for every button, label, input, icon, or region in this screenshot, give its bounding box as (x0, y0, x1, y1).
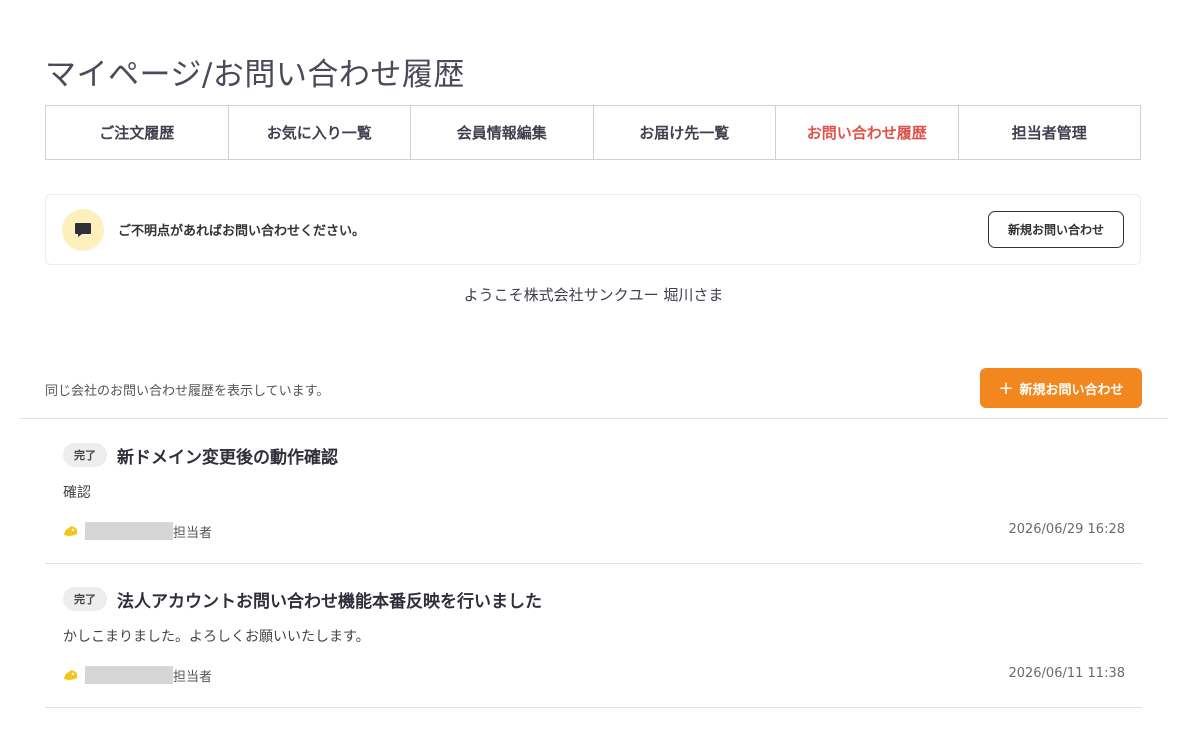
inquiry-date: 2026/06/11 11:38 (1008, 666, 1125, 681)
new-inquiry-button-outline[interactable]: 新規お問い合わせ (988, 211, 1124, 248)
tab-inquiry-history[interactable]: お問い合わせ履歴 (776, 106, 959, 159)
new-inquiry-button-label: 新規お問い合わせ (1019, 382, 1124, 398)
page-title: マイページ/お問い合わせ履歴 (45, 56, 465, 93)
inquiry-date: 2026/06/29 16:28 (1008, 522, 1125, 537)
new-inquiry-button[interactable]: + 新規お問い合わせ (980, 368, 1142, 408)
staff-label: 担当者 (173, 669, 213, 685)
inquiry-list-item[interactable]: 完了 新ドメイン変更後の動作確認 確認 担当者 2026/06/29 16:28 (45, 419, 1142, 564)
tab-member-info[interactable]: 会員情報編集 (411, 106, 594, 159)
inquiry-body: 確認 (63, 485, 91, 501)
tab-staff-management[interactable]: 担当者管理 (959, 106, 1141, 159)
staff-avatar-icon (64, 670, 78, 680)
staff-avatar-icon (64, 526, 78, 536)
tab-order-history[interactable]: ご注文履歴 (46, 106, 229, 159)
status-badge: 完了 (63, 443, 107, 467)
mypage-tabs: ご注文履歴 お気に入り一覧 会員情報編集 お届け先一覧 お問い合わせ履歴 担当者… (45, 105, 1141, 160)
inquiry-body: かしこまりました。よろしくお願いいたします。 (63, 629, 370, 645)
plus-icon: + (998, 377, 1014, 399)
inquiry-list-item[interactable]: 完了 法人アカウントお問い合わせ機能本番反映を行いました かしこまりました。よろ… (45, 563, 1142, 708)
chat-bubble-icon (62, 208, 104, 251)
inquiry-staff: 担当者 (63, 520, 212, 542)
inquiry-title[interactable]: 新ドメイン変更後の動作確認 (117, 443, 338, 468)
tab-favorites[interactable]: お気に入り一覧 (229, 106, 411, 159)
status-badge: 完了 (63, 587, 107, 611)
company-history-note: 同じ会社のお問い合わせ履歴を表示しています。 (45, 384, 330, 399)
inquiry-title[interactable]: 法人アカウントお問い合わせ機能本番反映を行いました (117, 587, 542, 612)
inquiry-notice: ご不明点があればお問い合わせください。 新規お問い合わせ (45, 194, 1141, 265)
redacted-staff-name (85, 522, 173, 540)
redacted-staff-name (85, 666, 173, 684)
tab-shipping-addresses[interactable]: お届け先一覧 (594, 106, 776, 159)
notice-text: ご不明点があればお問い合わせください。 (118, 224, 366, 239)
staff-label: 担当者 (173, 525, 213, 541)
inquiry-staff: 担当者 (63, 664, 212, 686)
welcome-message: ようこそ株式会社サンクユー 堀川さま (463, 286, 724, 304)
